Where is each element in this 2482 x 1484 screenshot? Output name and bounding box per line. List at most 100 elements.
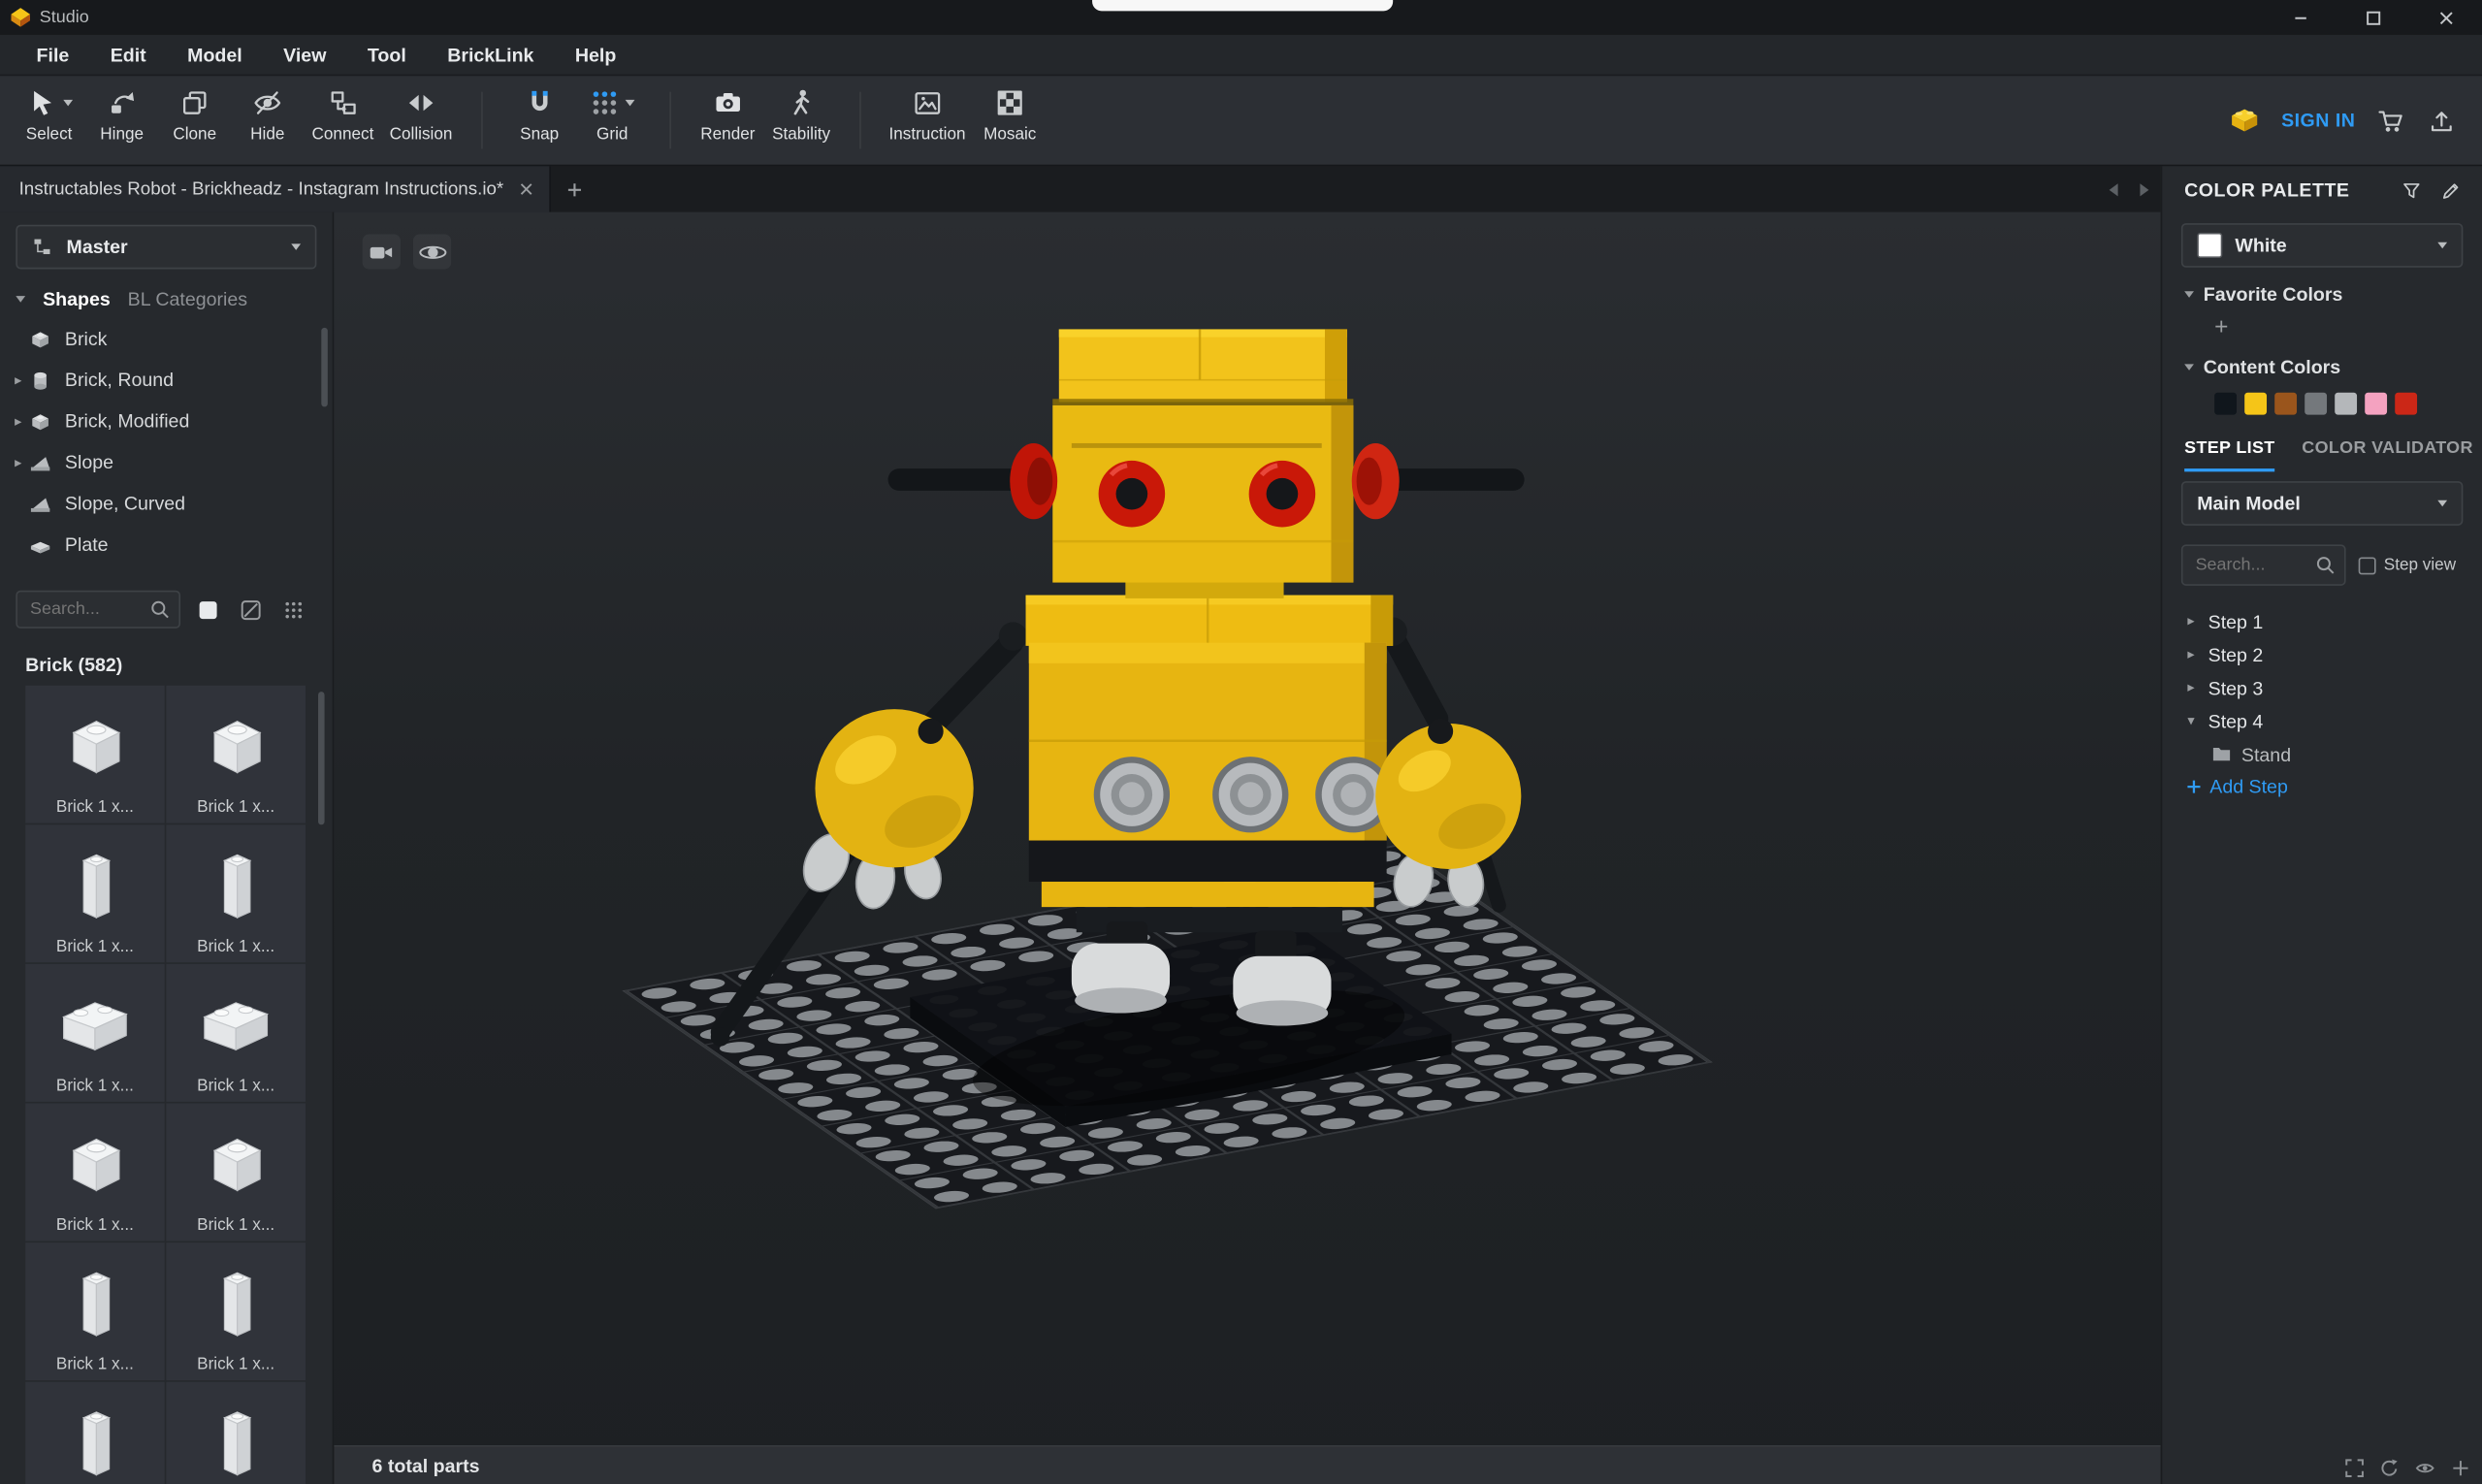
expand-chevron-icon[interactable]: ▸ bbox=[2187, 646, 2208, 663]
main-model-dropdown[interactable]: Main Model bbox=[2180, 481, 2464, 526]
color-swatch[interactable] bbox=[2395, 392, 2418, 415]
category-item-clipped[interactable] bbox=[0, 565, 333, 578]
tool-mosaic[interactable]: Mosaic bbox=[974, 76, 1047, 164]
part-card[interactable]: Brick 1 x... bbox=[25, 824, 165, 963]
step-row-1[interactable]: ▸ Step 1 bbox=[2162, 604, 2482, 637]
part-card[interactable]: Brick 1 x... bbox=[166, 1381, 306, 1484]
content-colors-header[interactable]: Content Colors bbox=[2184, 356, 2460, 378]
expand-chevron-icon[interactable]: ▸ bbox=[2187, 613, 2208, 630]
color-swatch[interactable] bbox=[2274, 392, 2298, 415]
category-item-slope-curved[interactable]: Slope, Curved bbox=[0, 483, 333, 524]
tool-select[interactable]: Select bbox=[13, 76, 85, 164]
color-swatch[interactable] bbox=[2335, 392, 2358, 415]
category-item-brick[interactable]: Brick bbox=[0, 318, 333, 359]
color-dropdown[interactable]: White bbox=[2180, 223, 2464, 268]
tool-collision[interactable]: Collision bbox=[381, 76, 460, 164]
menu-view[interactable]: View bbox=[263, 34, 347, 75]
menu-help[interactable]: Help bbox=[555, 34, 637, 75]
tool-stability[interactable]: Stability bbox=[764, 76, 838, 164]
expand-chevron-icon[interactable]: ▾ bbox=[2187, 712, 2208, 729]
cart-button[interactable] bbox=[2376, 106, 2406, 136]
tab-nav-right-button[interactable] bbox=[2129, 181, 2161, 197]
expand-chevron-icon[interactable]: ▸ bbox=[10, 412, 27, 430]
step-search-box[interactable] bbox=[2180, 544, 2346, 586]
maximize-icon bbox=[2366, 10, 2380, 24]
step-search-input[interactable] bbox=[2182, 554, 2301, 577]
category-item-brick-round[interactable]: ▸ Brick, Round bbox=[0, 359, 333, 400]
new-tab-button[interactable] bbox=[551, 166, 598, 211]
part-card[interactable]: Brick 1 x... bbox=[166, 963, 306, 1102]
lego-robot-model[interactable] bbox=[603, 316, 1727, 1258]
viewport-3d[interactable]: 6 total parts bbox=[334, 211, 2161, 1484]
add-favorite-color-button[interactable]: + bbox=[2184, 306, 2460, 340]
part-card[interactable]: Brick 1 x... bbox=[166, 1242, 306, 1381]
expand-chevron-icon[interactable]: ▸ bbox=[2187, 679, 2208, 696]
menu-model[interactable]: Model bbox=[167, 34, 263, 75]
color-swatch[interactable] bbox=[2214, 392, 2238, 415]
step-row-2[interactable]: ▸ Step 2 bbox=[2162, 638, 2482, 671]
camera-view-button[interactable] bbox=[362, 234, 401, 270]
menu-edit[interactable]: Edit bbox=[89, 34, 166, 75]
parts-scrollbar[interactable] bbox=[318, 692, 325, 825]
menu-file[interactable]: File bbox=[16, 34, 89, 75]
fit-view-button[interactable] bbox=[2344, 1458, 2365, 1478]
category-item-slope[interactable]: ▸ Slope bbox=[0, 441, 333, 482]
category-item-brick-modified[interactable]: ▸ Brick, Modified bbox=[0, 401, 333, 441]
tool-connect[interactable]: Connect bbox=[304, 76, 381, 164]
tool-instruction[interactable]: Instruction bbox=[881, 76, 973, 164]
add-step-button[interactable]: Add Step bbox=[2162, 776, 2482, 798]
tab-shapes[interactable]: Shapes bbox=[43, 288, 111, 310]
tool-hide[interactable]: Hide bbox=[231, 76, 304, 164]
filter-solid-button[interactable] bbox=[191, 594, 223, 626]
close-tab-icon[interactable] bbox=[520, 182, 534, 197]
color-swatch[interactable] bbox=[2244, 392, 2268, 415]
tab-bl-categories[interactable]: BL Categories bbox=[128, 288, 247, 310]
step-row-4[interactable]: ▾ Step 4 bbox=[2162, 704, 2482, 737]
grid-view-button[interactable] bbox=[277, 594, 309, 626]
orbit-mode-button[interactable] bbox=[412, 234, 452, 270]
tool-render[interactable]: Render bbox=[692, 76, 764, 164]
parts-search-input[interactable] bbox=[16, 597, 142, 621]
expand-chevron-icon[interactable]: ▸ bbox=[10, 371, 27, 389]
category-item-plate[interactable]: Plate bbox=[0, 524, 333, 565]
model-step-dropdown[interactable]: Master bbox=[16, 224, 317, 270]
tool-hinge[interactable]: Hinge bbox=[85, 76, 158, 164]
sign-in-button[interactable]: SIGN IN bbox=[2281, 110, 2355, 132]
part-card[interactable]: Brick 1 x... bbox=[166, 685, 306, 823]
parts-search-box[interactable] bbox=[16, 590, 181, 629]
part-card[interactable]: Brick 1 x... bbox=[25, 1103, 165, 1242]
hidden-parts-button[interactable] bbox=[2414, 1458, 2436, 1478]
part-card[interactable]: Brick 1 x... bbox=[25, 685, 165, 823]
upload-button[interactable] bbox=[2427, 106, 2457, 136]
tool-clone[interactable]: Clone bbox=[158, 76, 231, 164]
tool-snap[interactable]: Snap bbox=[503, 76, 576, 164]
part-card[interactable]: Brick 1 x... bbox=[166, 1103, 306, 1242]
tab-step-list[interactable]: STEP LIST bbox=[2184, 438, 2275, 472]
step-view-checkbox[interactable] bbox=[2358, 556, 2376, 574]
tool-grid[interactable]: Grid bbox=[576, 76, 649, 164]
palette-filter-button[interactable] bbox=[2400, 178, 2423, 202]
filter-printed-button[interactable] bbox=[235, 594, 267, 626]
part-card[interactable]: Brick 1 x... bbox=[25, 963, 165, 1102]
zoom-add-button[interactable] bbox=[2450, 1458, 2470, 1478]
part-card[interactable]: Brick 1 x... bbox=[25, 1242, 165, 1381]
palette-edit-button[interactable] bbox=[2439, 178, 2463, 202]
maximize-button[interactable] bbox=[2337, 0, 2409, 35]
reset-view-button[interactable] bbox=[2379, 1458, 2400, 1478]
color-swatch[interactable] bbox=[2305, 392, 2328, 415]
document-tab[interactable]: Instructables Robot - Brickheadz - Insta… bbox=[0, 166, 552, 212]
close-button[interactable] bbox=[2409, 0, 2482, 35]
minimize-button[interactable] bbox=[2264, 0, 2337, 35]
menu-tool[interactable]: Tool bbox=[347, 34, 427, 75]
favorite-colors-header[interactable]: Favorite Colors bbox=[2184, 283, 2460, 306]
tab-color-validator[interactable]: COLOR VALIDATOR bbox=[2302, 438, 2472, 471]
expand-chevron-icon[interactable]: ▸ bbox=[10, 454, 27, 471]
category-scrollbar[interactable] bbox=[321, 327, 328, 407]
tab-nav-left-button[interactable] bbox=[2097, 181, 2129, 197]
step-row-3[interactable]: ▸ Step 3 bbox=[2162, 671, 2482, 704]
step-child-stand[interactable]: Stand bbox=[2162, 738, 2482, 771]
part-card[interactable]: Brick 1 x... bbox=[25, 1381, 165, 1484]
part-card[interactable]: Brick 1 x... bbox=[166, 824, 306, 963]
color-swatch[interactable] bbox=[2365, 392, 2388, 415]
menu-bricklink[interactable]: BrickLink bbox=[427, 34, 555, 75]
